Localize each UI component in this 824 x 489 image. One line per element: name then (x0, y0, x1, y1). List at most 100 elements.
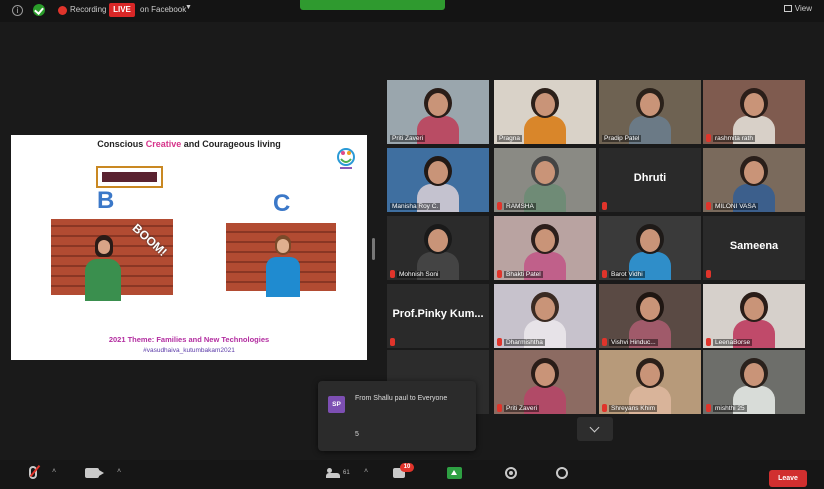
participant-tile[interactable]: RAMSHA (494, 148, 596, 212)
slide-hashtag: #vasudhaiva_kutumbakam2021 (143, 347, 235, 354)
share-screen-icon[interactable] (447, 467, 462, 479)
participant-name: RAMSHA (504, 203, 536, 210)
person-figure (266, 235, 300, 297)
participant-name-large: Prof.Pinky Kum... (392, 308, 484, 320)
person-face (744, 161, 764, 184)
participant-tile[interactable]: Vishvi Hinduc... (599, 284, 701, 348)
person-face (428, 229, 448, 252)
participant-tile[interactable]: mishthi 25 (703, 350, 805, 414)
participants-icon[interactable] (326, 468, 340, 478)
speaker-indicator-bar (300, 0, 445, 10)
chat-sender-line: From Shallu paul to Everyone (355, 395, 448, 402)
participant-count: 61 (343, 470, 350, 476)
participant-tile[interactable]: Bhakti Patel (494, 216, 596, 280)
person-face (535, 363, 555, 386)
live-stream-destination[interactable]: on Facebook (140, 5, 186, 14)
chat-message: 5 (355, 431, 359, 438)
view-label: View (794, 4, 812, 13)
person-face (428, 93, 448, 116)
info-icon[interactable]: i (12, 5, 23, 16)
video-options-chevron-icon[interactable]: ˄ (117, 468, 121, 475)
participants-options-chevron-icon[interactable]: ˄ (364, 468, 368, 475)
slide-theme: 2021 Theme: Families and New Technologie… (108, 335, 270, 344)
person-face (640, 229, 660, 252)
chevron-down-icon[interactable]: ▼ (185, 4, 192, 11)
letter-c: C (273, 190, 291, 217)
participant-name: MILONI VASA (713, 203, 759, 210)
participant-tile[interactable]: Dharmishtha (494, 284, 596, 348)
muted-mic-icon (706, 338, 711, 346)
audio-options-chevron-icon[interactable]: ˄ (52, 468, 56, 475)
participant-name: rashmita rath (713, 135, 755, 142)
muted-mic-icon (602, 404, 607, 412)
recording-dot-icon (58, 6, 67, 15)
participant-name: Barot Vidhi (609, 271, 645, 278)
encryption-shield-icon[interactable] (33, 4, 45, 16)
participant-tile[interactable]: Manisha Roy C. (387, 148, 489, 212)
participant-tile[interactable]: Pradip Patel (599, 80, 701, 144)
person-face (535, 161, 555, 184)
participant-tile[interactable]: Barot Vidhi (599, 216, 701, 280)
record-icon[interactable] (505, 467, 517, 479)
sender-avatar: SP (328, 396, 345, 413)
muted-mic-icon (497, 202, 502, 210)
person-face (744, 93, 764, 116)
person-face (428, 161, 448, 184)
chat-unread-badge: 10 (400, 463, 414, 472)
muted-mic-icon (706, 404, 711, 412)
participant-tile[interactable]: Shreyans Khim (599, 350, 701, 414)
participant-name: LeenaBorse (713, 339, 753, 346)
participant-tile[interactable]: Mohnish Soni (387, 216, 489, 280)
person-face (744, 363, 764, 386)
person-face (535, 93, 555, 116)
muted-mic-icon (497, 338, 502, 346)
participant-name: Shreyans Khim (609, 405, 658, 412)
person-face (640, 363, 660, 386)
participant-tile[interactable]: Priti Zaveri (387, 80, 489, 144)
muted-mic-icon (602, 270, 607, 278)
participant-tile[interactable]: Sameena (703, 216, 805, 280)
chat-notification[interactable]: SP From Shallu paul to Everyone 5 (318, 381, 476, 451)
person-face (640, 93, 660, 116)
leave-button[interactable]: Leave (769, 470, 807, 487)
meeting-top-bar: i Recording LIVE on Facebook ▼ View (0, 0, 824, 22)
person-face (535, 297, 555, 320)
person-face (640, 297, 660, 320)
slide-title-part: and Courageous living (181, 139, 281, 149)
slide-photo-b: BOOM! (51, 219, 173, 301)
muted-mic-icon (706, 202, 711, 210)
participant-tile[interactable]: Dhruti (599, 148, 701, 212)
participant-name: Vishvi Hinduc... (609, 339, 658, 346)
participant-name: Pragna (497, 135, 522, 142)
muted-mic-icon (390, 338, 395, 346)
participant-tile[interactable]: MILONI VASA (703, 148, 805, 212)
grid-view-icon (783, 5, 792, 12)
shared-screen: Conscious Creative and Courageous living… (11, 135, 367, 360)
participant-name: Manisha Roy C. (390, 203, 441, 210)
video-camera-icon[interactable] (85, 468, 104, 478)
participant-name: mishthi 25 (713, 405, 747, 412)
letter-b: B (97, 187, 115, 214)
participant-tile[interactable]: rashmita rath (703, 80, 805, 144)
muted-mic-icon (497, 270, 502, 278)
participant-name: Bhakti Patel (504, 271, 543, 278)
organization-logo-icon (337, 148, 355, 169)
participant-tile[interactable]: Priti Zaveri (494, 350, 596, 414)
participant-tile[interactable]: LeenaBorse (703, 284, 805, 348)
participant-video-grid: Priti Zaveri Pragna Pradip Patel rashmita r… (387, 80, 807, 414)
participant-tile[interactable]: Prof.Pinky Kum... (387, 284, 489, 348)
reactions-icon[interactable] (556, 467, 568, 479)
view-button[interactable]: View (783, 4, 812, 13)
participant-tile[interactable]: Pragna (494, 80, 596, 144)
recording-label: Recording (70, 5, 107, 14)
live-badge: LIVE (109, 3, 135, 17)
muted-mic-icon (706, 270, 711, 278)
person-face (744, 297, 764, 320)
slide-label-box (96, 166, 163, 188)
participant-name-large: Sameena (729, 240, 779, 252)
scroll-down-button[interactable] (577, 417, 613, 441)
person-face (535, 229, 555, 252)
panel-resize-handle[interactable] (372, 238, 375, 260)
participant-name: Priti Zaveri (504, 405, 540, 412)
slide-photo-c (226, 223, 336, 297)
